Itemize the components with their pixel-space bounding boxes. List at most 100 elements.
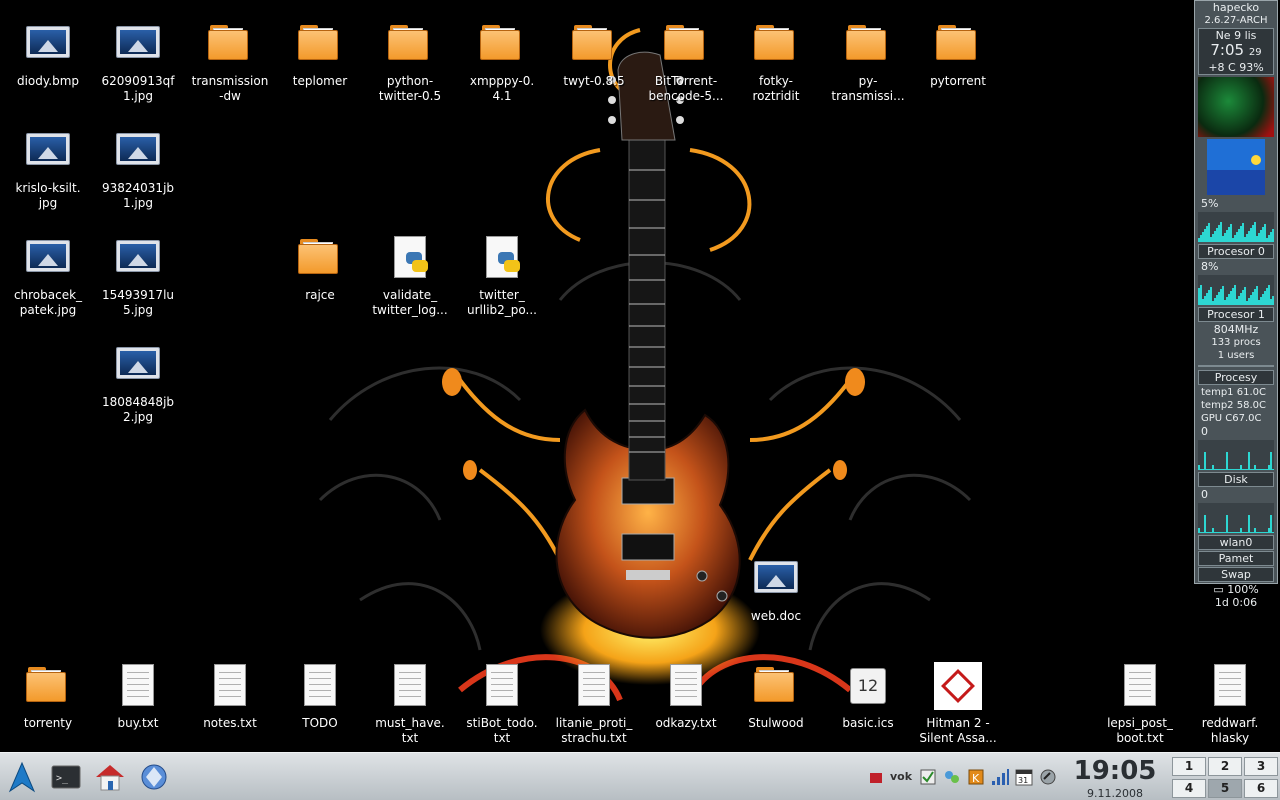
tray-power-icon[interactable] [1038,767,1058,787]
desktop-icon-reddwarf-hlasky[interactable]: reddwarf. hlasky [1184,662,1276,746]
desktop-icon-must-have-txt[interactable]: must_have. txt [364,662,456,746]
temp1-value: 61.0C [1236,387,1266,398]
folder-icon [934,20,982,68]
disk-label: Disk [1198,472,1274,487]
tray-calendar-icon[interactable]: 31 [1014,767,1034,787]
desktop-icon-fotky-roztridit[interactable]: fotky- roztridit [730,20,822,104]
desktop-icon-torrenty[interactable]: torrenty [2,662,94,731]
cpu-frequency: 804MHz [1213,323,1259,336]
desktop-icon-rajce[interactable]: rajce [274,234,366,303]
pager-desktop-3[interactable]: 3 [1244,757,1278,776]
desktop-icon-basic-ics[interactable]: 12 basic.ics [822,662,914,731]
graph-bar [1226,452,1228,470]
desktop-icon-notes-txt[interactable]: notes.txt [184,662,276,731]
desktop-icon-label: pytorrent [930,74,986,88]
desktop-icon-buy-txt[interactable]: buy.txt [92,662,184,731]
desktop-icon-18084848jb2-jpg[interactable]: 18084848jb 2.jpg [92,341,184,425]
terminal-icon: >_ [51,765,81,789]
tray-wifi-signal-icon[interactable] [990,767,1010,787]
pager-desktop-5[interactable]: 5 [1208,779,1242,798]
desktop-icon-bittorrent-bencode-5[interactable]: BitTorrent- bencode-5... [640,20,732,104]
desktop-icon-py-transmissi[interactable]: py- transmissi... [822,20,914,104]
tray-messenger-icon[interactable] [942,767,962,787]
desktop-icon-stulwood[interactable]: Stulwood [730,662,822,731]
desktop-icon-todo[interactable]: TODO [274,662,366,731]
graph-bar [1248,515,1250,533]
svg-text:K: K [972,772,980,785]
home-folder-launcher[interactable] [94,761,126,793]
battery-icon: ▭ [1213,583,1224,596]
cpu0-percent: 5% [1201,197,1219,210]
desktop-icon-label: buy.txt [117,716,159,730]
folder-icon [478,20,526,68]
datetime-box: Ne 9 lis 7:05 29 +8 C 93% [1198,28,1274,75]
text-file-icon [114,662,162,710]
temp2-label: temp2 [1201,400,1234,411]
image-file-icon [114,127,162,175]
desktop-icon-validate-twitter-log[interactable]: validate_ twitter_log... [364,234,456,318]
desktop-icon-web-doc[interactable]: web.doc [730,555,822,624]
separator [1198,365,1274,367]
gpu-value: C67.0C [1225,413,1262,424]
io-graph [1198,440,1274,470]
guitar-wallpaper [318,28,972,702]
desktop-icon-93824031jb1-jpg[interactable]: 93824031jb 1.jpg [92,127,184,211]
terminal-launcher[interactable]: >_ [50,761,82,793]
pager-desktop-2[interactable]: 2 [1208,757,1242,776]
folder-icon [296,234,344,282]
image-file-icon [24,20,72,68]
graph-bar [1272,296,1274,305]
desktop-icon-teplomer[interactable]: teplomer [274,20,366,89]
desktop-icon-label: chrobacek_ patek.jpg [13,288,83,317]
python-file-icon [478,234,526,282]
desktop-icon-krislo-ksilt-jpg[interactable]: krislo-ksilt. jpg [2,127,94,211]
pager-desktop-1[interactable]: 1 [1172,757,1206,776]
wlan-label: wlan0 [1198,535,1274,550]
desktop-icon-twyt-0-8-5[interactable]: twyt-0.8.5 [548,20,640,89]
desktop-icon-diody-bmp[interactable]: diody.bmp [2,20,94,89]
desktop-icon-xmpppy-0-4-1[interactable]: xmpppy-0. 4.1 [456,20,548,104]
tray-text-icon[interactable]: vok [890,767,914,787]
tray-calendar-day: 31 [1018,776,1028,785]
desktop-icon-label: 62090913qf 1.jpg [101,74,175,103]
tray-kde-icon[interactable]: K [966,767,986,787]
text-file-icon [478,662,526,710]
desktop-icon-chrobacek-patek-jpg[interactable]: chrobacek_ patek.jpg [2,234,94,318]
clock-date[interactable]: 9.11.2008 [1070,787,1160,800]
pager-desktop-4[interactable]: 4 [1172,779,1206,798]
desktop-icon-label: torrenty [23,716,73,730]
user-count: 1 users [1217,350,1255,361]
desktop-icon-stibot-todo-txt[interactable]: stiBot_todo. txt [456,662,548,746]
folder-icon [662,20,710,68]
text-file-icon [1206,662,1254,710]
desktop-icon-python-twitter-0-5[interactable]: python- twitter-0.5 [364,20,456,104]
tray-network-icon[interactable] [866,767,886,787]
temp2-value: 58.0C [1236,400,1266,411]
browser-launcher[interactable] [138,761,170,793]
weather-icon [1207,139,1265,195]
clock-time[interactable]: 19:05 [1070,756,1160,786]
time-seconds: 29 [1248,47,1262,58]
tray-tasks-icon[interactable] [918,767,938,787]
desktop-icon-label: diody.bmp [16,74,80,88]
taskbar: >_ vok K 31 19:05 9.11.2008 123 456 [0,752,1280,800]
desktop-icon-label: odkazy.txt [655,716,717,730]
desktop-icon-15493917lu5-jpg[interactable]: 15493917lu 5.jpg [92,234,184,318]
desktop-icon-odkazy-txt[interactable]: odkazy.txt [640,662,732,731]
desktop-icon-pytorrent[interactable]: pytorrent [912,20,1004,89]
desktop-icon-litanie-proti-strachu-txt[interactable]: litanie_proti_ strachu.txt [548,662,640,746]
desktop-icon-lepsi-post-boot-txt[interactable]: lepsi_post_ boot.txt [1094,662,1186,746]
weather-text: +8 C 93% [1208,61,1264,74]
folder-icon [24,662,72,710]
kde-menu-button[interactable] [6,761,38,793]
desktop-icon-label: Hitman 2 - Silent Assa... [919,716,997,745]
desktop-icon-hitman-2-silent-assa[interactable]: Hitman 2 - Silent Assa... [912,662,1004,746]
desktop-icon-twitter-urllib2-po[interactable]: twitter_ urllib2_po... [456,234,548,318]
pager-desktop-6[interactable]: 6 [1244,779,1278,798]
desktop-icon-label: python- twitter-0.5 [378,74,442,103]
desktop-icon-62090913qf1-jpg[interactable]: 62090913qf 1.jpg [92,20,184,104]
process-count: 133 procs [1211,337,1261,348]
desktop-icon-label: lepsi_post_ boot.txt [1107,716,1173,745]
desktop-icon-transmission-dw[interactable]: transmission -dw [184,20,276,104]
desktop-icon-label: TODO [302,716,338,730]
